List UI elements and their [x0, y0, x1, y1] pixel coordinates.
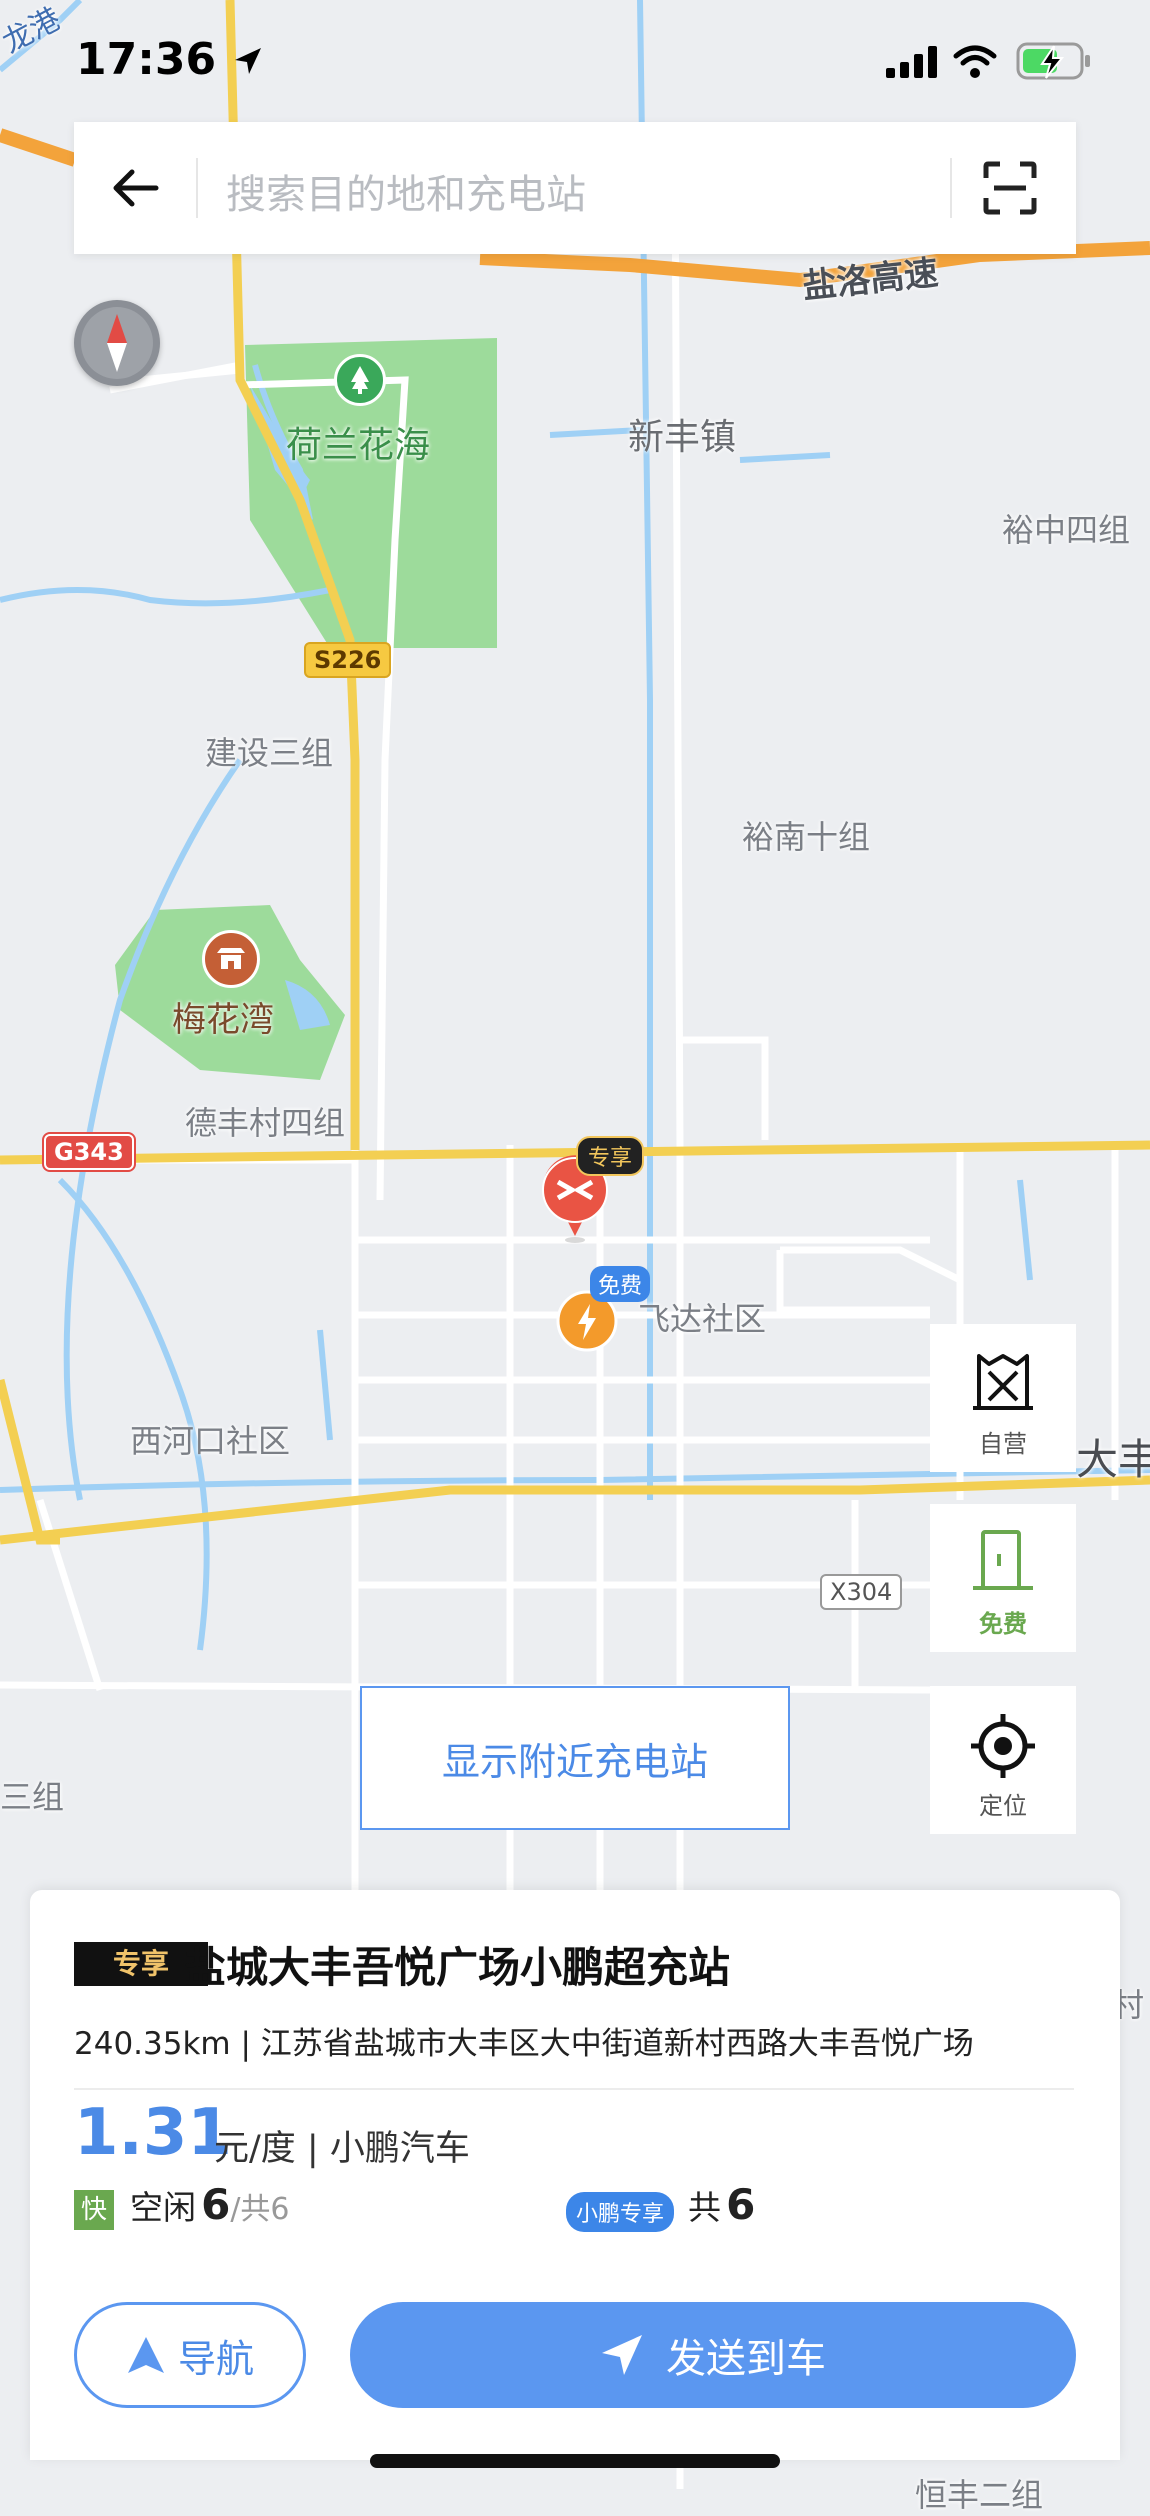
map-label-bottom-partial: 恒丰二组 — [915, 2476, 1044, 2514]
map-label-dafeng: 大丰 — [1076, 1435, 1150, 1484]
free-pin-tag: 免费 — [590, 1266, 651, 1302]
road-shield-s226: S226 — [304, 642, 392, 678]
compass-button[interactable] — [74, 300, 160, 386]
signal-icon — [886, 46, 937, 78]
park-tree-icon — [334, 354, 386, 406]
total-label: 共 — [688, 2188, 721, 2227]
sheet-divider — [74, 2088, 1074, 2090]
navigate-button[interactable]: 导航 — [74, 2302, 306, 2408]
map-label-left-zu: 三组 — [0, 1778, 65, 1816]
search-input[interactable]: 搜索目的地和充电站 — [226, 162, 586, 220]
locate-button[interactable]: 定位 — [930, 1686, 1076, 1834]
search-divider-right — [950, 158, 952, 218]
station-info-sheet[interactable]: 专享 盐城大丰吾悦广场小鹏超充站 240.35km | 江苏省盐城市大丰区大中街… — [30, 1890, 1120, 2460]
free-label: 免费 — [979, 1610, 1027, 1638]
station-name: 盐城大丰吾悦广场小鹏超充站 — [184, 1943, 731, 1992]
map-label-yunan: 裕南十组 — [742, 818, 871, 856]
send-to-car-button[interactable]: 发送到车 — [350, 2302, 1076, 2408]
xpeng-station-icon — [973, 1354, 1033, 1410]
landmark-gate-icon — [202, 930, 260, 988]
price-unit: 元/度 | 小鹏汽车 — [214, 2129, 470, 2169]
self-operated-label: 自营 — [979, 1430, 1027, 1458]
map-label-feida: 飞达社区 — [638, 1300, 767, 1338]
back-arrow-icon[interactable] — [110, 166, 160, 210]
map-label-xinfeng: 新丰镇 — [628, 417, 737, 458]
compass-icon — [81, 307, 153, 379]
map-label-helan: 荷兰花海 — [286, 425, 431, 466]
send-plane-icon — [602, 2335, 642, 2375]
road-shield-x304: X304 — [820, 1574, 903, 1610]
station-distance-address: 240.35km | 江苏省盐城市大丰区大中街道新村西路大丰吾悦广场 — [74, 2026, 974, 2062]
price-value: 1.31 — [74, 2096, 232, 2170]
charger-door-icon — [973, 1530, 1033, 1590]
idle-status: 空闲 6/共6 — [130, 2180, 290, 2229]
battery-charging-icon — [1016, 42, 1090, 80]
exclusive-pin-tag: 专享 — [576, 1136, 645, 1176]
map-label-xihekou: 西河口社区 — [130, 1422, 291, 1460]
total-count: 6 — [726, 2180, 756, 2229]
total-status: 共 6 — [688, 2180, 755, 2229]
send-to-car-label: 发送到车 — [666, 2336, 826, 2382]
map-label-jianshe: 建设三组 — [205, 734, 334, 772]
xpeng-exclusive-badge: 小鹏专享 — [566, 2192, 675, 2232]
locate-crosshair-icon — [971, 1714, 1035, 1778]
status-bar: 17:36 — [0, 0, 1150, 120]
show-nearby-stations-button[interactable]: 显示附近充电站 — [360, 1686, 790, 1830]
road-shield-g343: G343 — [44, 1134, 134, 1170]
search-bar: 搜索目的地和充电站 — [74, 122, 1076, 254]
navigate-arrow-icon — [127, 2337, 164, 2373]
location-arrow-icon — [235, 48, 262, 74]
home-indicator — [370, 2454, 780, 2468]
self-operated-filter-button[interactable]: 自营 — [930, 1324, 1076, 1472]
scan-icon[interactable] — [980, 158, 1040, 218]
map-label-yuzhong: 裕中四组 — [1002, 511, 1131, 549]
fast-charge-icon: 快 — [74, 2190, 114, 2230]
map-label-meihuawan: 梅花湾 — [172, 1000, 274, 1040]
locate-label: 定位 — [979, 1792, 1027, 1820]
idle-label: 空闲 — [130, 2188, 196, 2227]
status-time: 17:36 — [76, 34, 265, 85]
wifi-icon — [953, 45, 997, 78]
search-divider-left — [196, 158, 198, 218]
idle-total: /共6 — [230, 2192, 290, 2227]
free-filter-button[interactable]: 免费 — [930, 1504, 1076, 1652]
navigate-label: 导航 — [177, 2336, 254, 2381]
idle-count: 6 — [201, 2180, 231, 2229]
map-label-defengcun: 德丰村四组 — [185, 1104, 346, 1142]
